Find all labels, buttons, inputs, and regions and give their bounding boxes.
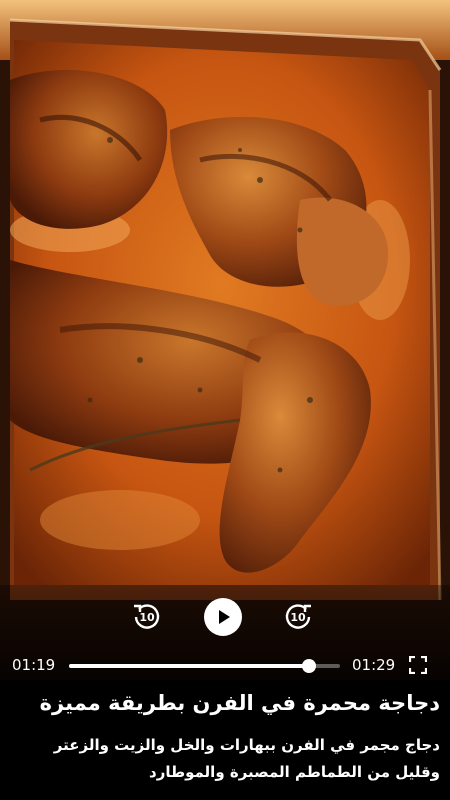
seek-bar-progress (69, 664, 310, 668)
video-frame[interactable] (0, 0, 450, 680)
play-icon (219, 610, 230, 624)
forward-10-icon: 10 (285, 604, 311, 629)
duration: 01:29 (352, 656, 396, 674)
video-title: دجاجة محمرة في الفرن بطريقة مميزة (39, 691, 440, 715)
fullscreen-button[interactable] (408, 655, 428, 675)
roast-chicken-video-still (0, 0, 450, 680)
forward-10-button[interactable]: 10 (281, 600, 315, 634)
forward-seconds-label: 10 (290, 611, 306, 624)
video-info-panel: دجاجة محمرة في الفرن بطريقة مميزة دجاج م… (0, 680, 450, 800)
fullscreen-icon (409, 656, 427, 674)
play-button[interactable] (204, 598, 242, 636)
rewind-10-button[interactable]: 10 (130, 600, 164, 634)
seek-bar[interactable] (69, 659, 340, 673)
current-time: 01:19 (12, 656, 56, 674)
rewind-10-icon: 10 (134, 604, 160, 629)
video-description: دجاج مجمر في الفرن ببهارات والخل والزيت … (53, 736, 440, 781)
rewind-seconds-label: 10 (139, 611, 155, 624)
